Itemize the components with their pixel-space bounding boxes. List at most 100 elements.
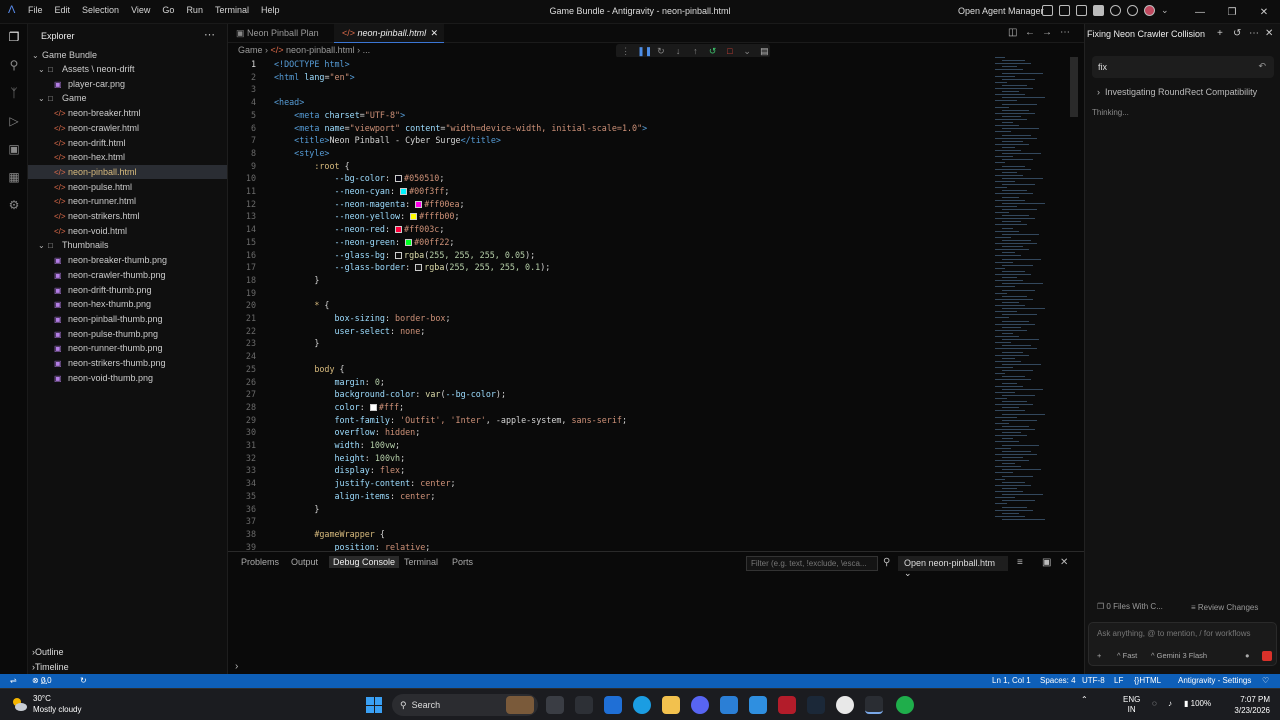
app-cube-icon[interactable] — [575, 696, 593, 714]
vscode-icon[interactable] — [749, 696, 767, 714]
tree-file[interactable]: ▣ neon-pulse-thumb.png — [28, 327, 227, 341]
tab-debug-console[interactable]: Debug Console — [329, 556, 400, 568]
weather-widget[interactable]: 30°C Mostly cloudy — [33, 693, 81, 715]
task-view-icon[interactable] — [546, 696, 564, 714]
menu-terminal[interactable]: Terminal — [215, 5, 249, 15]
review-changes-button[interactable]: ≡ Review Changes — [1191, 603, 1258, 612]
model-select[interactable]: ^ Gemini 3 Flash — [1151, 651, 1207, 660]
tree-file[interactable]: ▣ player-car.png — [28, 77, 227, 91]
line-ending[interactable]: LF — [1114, 674, 1123, 688]
tree-file[interactable]: </> neon-runner.html — [28, 194, 227, 208]
menu-file[interactable]: File — [28, 5, 43, 15]
run-debug-icon[interactable]: ▷ — [6, 114, 22, 130]
menu-go[interactable]: Go — [162, 5, 174, 15]
settings-gear-icon[interactable] — [1110, 5, 1121, 16]
file-explorer-icon[interactable] — [662, 696, 680, 714]
widget-image-icon[interactable] — [506, 696, 534, 714]
language-mode[interactable]: {} HTML — [1134, 674, 1161, 688]
more-actions-icon[interactable]: ⋯ — [1249, 28, 1259, 39]
tree-file[interactable]: ▣ neon-hex-thumb.png — [28, 297, 227, 311]
tree-file[interactable]: ▣ neon-breaker-thumb.png — [28, 253, 227, 267]
user-avatar[interactable] — [1144, 5, 1155, 16]
tree-folder[interactable]: ⌄ □ Game — [28, 91, 227, 105]
source-control-icon[interactable]: ᛉ — [6, 86, 22, 102]
errors-indicator[interactable]: ⊗ 0 △ 0 — [32, 674, 52, 688]
language-indicator[interactable]: ENG IN — [1123, 695, 1140, 715]
explorer-icon[interactable]: ❐ — [6, 30, 22, 46]
layout-aux-icon[interactable] — [1093, 5, 1104, 16]
battery-indicator[interactable]: ▮ 100% — [1184, 699, 1211, 708]
tab-output[interactable]: Output — [291, 557, 318, 567]
arrow-right-icon[interactable]: → — [1042, 27, 1052, 38]
close-tab-icon[interactable]: ✕ — [430, 24, 438, 43]
tree-file[interactable]: ▣ neon-strikers-thumb.png — [28, 356, 227, 370]
chevron-down-icon[interactable]: ⌄ — [742, 46, 753, 57]
windows-start-icon[interactable] — [366, 697, 382, 713]
cursor-position[interactable]: Ln 1, Col 1 — [992, 674, 1031, 688]
tree-file[interactable]: </> neon-drift.html — [28, 136, 227, 150]
discord-icon[interactable] — [691, 696, 709, 714]
layout-editor-icon[interactable] — [1076, 5, 1087, 16]
arrow-left-icon[interactable]: ← — [1025, 27, 1035, 38]
close-icon[interactable]: ✕ — [1265, 28, 1273, 39]
layout-panel-icon[interactable] — [1059, 5, 1070, 16]
clear-console-icon[interactable]: ≡ — [1017, 557, 1023, 568]
inspect-icon[interactable]: ▤ — [759, 46, 770, 57]
encoding[interactable]: UTF-8 — [1082, 674, 1105, 688]
app-pen-icon[interactable] — [604, 696, 622, 714]
drag-handle-icon[interactable]: ⋮ — [620, 46, 631, 57]
antigravity-app-icon[interactable] — [865, 696, 883, 714]
notifications-icon[interactable]: ♡ — [1262, 674, 1269, 688]
steam-icon[interactable] — [807, 696, 825, 714]
plus-icon[interactable]: + — [1217, 28, 1223, 39]
tree-file[interactable]: </> neon-strikers.html — [28, 209, 227, 223]
open-file-select[interactable]: Open neon-pinball.htm ⌄ — [898, 556, 1008, 578]
tree-folder[interactable]: ⌄ □ Thumbnails — [28, 238, 227, 252]
indentation[interactable]: Spaces: 4 — [1040, 674, 1076, 688]
chevron-down-icon[interactable]: ⌄ — [1161, 5, 1169, 16]
tree-file[interactable]: </> neon-void.html — [28, 224, 227, 238]
tree-file[interactable]: ▣ neon-pinball-thumb.png — [28, 312, 227, 326]
minimap[interactable] — [995, 57, 1075, 527]
pause-icon[interactable]: ❚❚ — [637, 46, 652, 57]
breadcrumb-file[interactable]: neon-pinball.html — [286, 45, 355, 55]
agent-step[interactable]: › Investigating RoundRect Compatibility — [1097, 87, 1257, 97]
close-icon[interactable]: ✕ — [1248, 0, 1280, 24]
step-into-icon[interactable]: ↓ — [673, 46, 684, 56]
tree-file[interactable]: ▣ neon-crawler-thumb.png — [28, 268, 227, 282]
tree-file[interactable]: ▣ neon-void-thumb.png — [28, 371, 227, 385]
stop-generation-button[interactable] — [1262, 651, 1272, 661]
menu-view[interactable]: View — [131, 5, 150, 15]
menu-help[interactable]: Help — [261, 5, 280, 15]
editor-scrollbar[interactable] — [1070, 57, 1078, 117]
breadcrumb-more[interactable]: ... — [363, 45, 371, 55]
sync-icon[interactable]: ↻ — [80, 674, 87, 688]
tab-neon-pinball-html[interactable]: </> neon-pinball.html ✕ — [334, 24, 444, 43]
whatsapp-icon[interactable] — [896, 696, 914, 714]
maximize-panel-icon[interactable]: ▣ — [1042, 557, 1051, 568]
tab-neon-pinball-plan[interactable]: ▣ Neon Pinball Plan — [228, 24, 332, 43]
remote-icon[interactable]: ⇌ — [10, 674, 17, 688]
files-changed[interactable]: ❐ 0 Files With C... — [1097, 602, 1163, 611]
layout-sidebar-icon[interactable] — [1042, 5, 1053, 16]
outline-section[interactable]: ›Outline — [28, 645, 227, 659]
breadcrumb-game[interactable]: Game — [238, 45, 263, 55]
restart-icon[interactable]: ↺ — [707, 46, 718, 57]
chat-input[interactable]: Ask anything, @ to mention, / for workfl… — [1097, 629, 1251, 638]
tray-chevron-icon[interactable]: ⌃ — [1081, 695, 1088, 704]
tree-root[interactable]: ⌄ Game Bundle — [28, 48, 227, 62]
step-out-icon[interactable]: ↑ — [690, 46, 701, 56]
more-actions-icon[interactable]: ⋯ — [204, 28, 215, 41]
tree-file[interactable]: </> neon-crawler.html — [28, 121, 227, 135]
antigravity-settings[interactable]: Antigravity - Settings — [1178, 674, 1251, 688]
tab-terminal[interactable]: Terminal — [404, 557, 438, 567]
split-editor-icon[interactable]: ◫ — [1008, 27, 1017, 38]
microphone-icon[interactable]: ● — [1245, 651, 1250, 660]
tree-file[interactable]: ▣ neon-runner-thumb.png — [28, 341, 227, 355]
minimize-icon[interactable]: — — [1184, 0, 1216, 24]
history-icon[interactable]: ↺ — [1233, 28, 1241, 39]
tree-file[interactable]: </> neon-hex.html — [28, 150, 227, 164]
system-clock[interactable]: 7:07 PM 3/23/2026 — [1226, 694, 1270, 716]
close-panel-icon[interactable]: ✕ — [1060, 557, 1068, 568]
tab-ports[interactable]: Ports — [452, 557, 473, 567]
